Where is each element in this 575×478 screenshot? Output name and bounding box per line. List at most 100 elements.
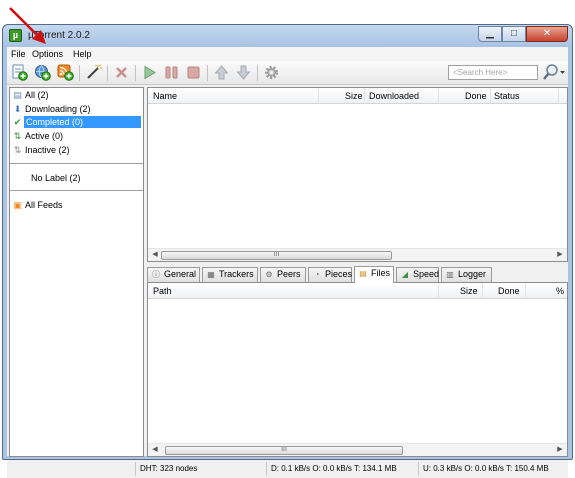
- detail-tabs: ⓘ General ▦ Trackers ⚙ Peers ◔ Pieces ▤ Files…: [147, 266, 568, 283]
- logger-icon: ▥: [446, 270, 454, 279]
- scroll-right-arrow-icon[interactable]: ▶: [554, 249, 566, 261]
- move-up-button[interactable]: [213, 64, 230, 81]
- tab-general[interactable]: ⓘ General: [147, 267, 200, 282]
- stop-button[interactable]: [185, 64, 202, 81]
- column-divider[interactable]: [364, 88, 365, 104]
- toolbar-separator: [107, 65, 108, 81]
- scroll-left-arrow-icon[interactable]: ◀: [149, 444, 161, 456]
- pause-icon: [165, 66, 178, 79]
- category-sidebar: ▤ All (2) ⬇ Downloading (2) ✔ Completed (0…: [9, 87, 144, 457]
- download-arrow-icon: ⬇: [13, 104, 22, 114]
- sidebar-divider: [10, 190, 143, 191]
- tab-trackers[interactable]: ▦ Trackers: [202, 267, 258, 282]
- status-download: D: 0.1 kB/s O: 0.0 kB/s T: 134.1 MB: [266, 462, 416, 476]
- remove-button[interactable]: [113, 64, 130, 81]
- column-divider[interactable]: [438, 88, 439, 104]
- magic-wand-icon: [87, 64, 102, 79]
- tab-peers[interactable]: ⚙ Peers: [260, 267, 306, 282]
- rss-feed-icon: ▣: [13, 200, 22, 210]
- add-torrent-url-button[interactable]: [34, 64, 51, 81]
- horizontal-scrollbar[interactable]: ◀ ııı ▶: [148, 443, 567, 456]
- start-button[interactable]: [141, 64, 158, 81]
- scroll-right-arrow-icon[interactable]: ▶: [554, 444, 566, 456]
- add-url-icon: [35, 65, 51, 81]
- sidebar-item-completed[interactable]: Completed (0): [24, 116, 141, 128]
- scrollbar-thumb[interactable]: ııı: [161, 251, 392, 260]
- column-divider[interactable]: [525, 283, 526, 299]
- title-bar[interactable]: µ µTorrent 2.0.2 ▁ □ ✕: [3, 25, 572, 47]
- delete-icon: [116, 67, 127, 78]
- sidebar-item-inactive[interactable]: ⇅ Inactive (2): [13, 144, 70, 156]
- add-torrent-button[interactable]: [11, 64, 28, 81]
- move-down-button[interactable]: [235, 64, 252, 81]
- column-divider[interactable]: [318, 88, 319, 104]
- trackers-icon: ▦: [207, 270, 215, 279]
- search-icon: [543, 64, 565, 80]
- column-path[interactable]: Path: [153, 286, 172, 296]
- sidebar-item-all-feeds[interactable]: ▣ All Feeds: [13, 199, 63, 211]
- toolbar-separator: [257, 65, 258, 81]
- down-arrow-icon: [236, 65, 251, 80]
- sidebar-item-no-label[interactable]: No Label (2): [31, 172, 81, 184]
- tab-label: Peers: [277, 269, 301, 279]
- sidebar-item-all[interactable]: ▤ All (2): [13, 89, 49, 101]
- files-list[interactable]: Path Size Done % ◀ ııı ▶: [147, 282, 568, 457]
- close-button[interactable]: ✕: [526, 26, 568, 42]
- menu-bar: File Options Help: [7, 47, 568, 61]
- app-window: µ µTorrent 2.0.2 ▁ □ ✕ File Options Help: [2, 24, 573, 478]
- sidebar-item-label: Inactive (2): [25, 145, 70, 155]
- minimize-button[interactable]: ▁: [478, 26, 502, 42]
- search-button[interactable]: [541, 63, 565, 83]
- sidebar-item-label: All (2): [25, 90, 49, 100]
- column-divider[interactable]: [558, 88, 559, 104]
- chevron-down-icon: [560, 71, 565, 74]
- column-downloaded[interactable]: Downloaded: [369, 91, 419, 101]
- active-arrows-icon: ⇅: [13, 131, 22, 141]
- client-area: File Options Help <Search Here> ▤ All (2…: [7, 47, 568, 478]
- status-upload: U: 0.3 kB/s O: 0.0 kB/s T: 150.4 MB: [418, 462, 568, 476]
- info-icon: ⓘ: [152, 270, 160, 279]
- column-percent[interactable]: %: [556, 286, 564, 296]
- scrollbar-thumb[interactable]: ııı: [165, 446, 403, 455]
- toolbar-separator: [207, 65, 208, 81]
- column-size[interactable]: Size: [460, 286, 478, 296]
- maximize-button[interactable]: □: [502, 26, 526, 42]
- torrent-list[interactable]: Name Size Downloaded Done Status ◀ ııı ▶: [147, 87, 568, 262]
- menu-file[interactable]: File: [11, 49, 26, 59]
- peers-icon: ⚙: [265, 270, 273, 279]
- toolbar-separator: [79, 65, 80, 81]
- scroll-left-arrow-icon[interactable]: ◀: [149, 249, 161, 261]
- column-name[interactable]: Name: [153, 91, 177, 101]
- column-divider[interactable]: [482, 283, 483, 299]
- column-divider[interactable]: [438, 283, 439, 299]
- speed-graph-icon: ◢: [401, 270, 409, 279]
- column-done[interactable]: Done: [498, 286, 520, 296]
- menu-options[interactable]: Options: [32, 49, 63, 59]
- preferences-button[interactable]: [263, 64, 280, 81]
- sidebar-item-downloading[interactable]: ⬇ Downloading (2): [13, 103, 91, 115]
- all-torrents-icon: ▤: [13, 90, 22, 100]
- column-status[interactable]: Status: [494, 91, 520, 101]
- tab-label: Pieces: [325, 269, 353, 279]
- column-done[interactable]: Done: [465, 91, 487, 101]
- menu-help[interactable]: Help: [73, 49, 92, 59]
- tab-label: General: [164, 269, 197, 279]
- toolbar: <Search Here>: [7, 61, 568, 85]
- column-divider[interactable]: [490, 88, 491, 104]
- create-torrent-button[interactable]: [85, 64, 102, 81]
- tab-logger[interactable]: ▥ Logger: [441, 267, 492, 282]
- horizontal-scrollbar[interactable]: ◀ ııı ▶: [148, 248, 567, 261]
- sidebar-item-label: All Feeds: [25, 200, 63, 210]
- column-size[interactable]: Size: [345, 91, 363, 101]
- tab-speed[interactable]: ◢ Speed: [396, 267, 439, 282]
- add-rss-feed-button[interactable]: [57, 64, 74, 81]
- toolbar-separator: [135, 65, 136, 81]
- tab-files[interactable]: ▤ Files: [354, 266, 394, 283]
- sidebar-item-active[interactable]: ⇅ Active (0): [13, 130, 63, 142]
- search-input[interactable]: <Search Here>: [448, 65, 538, 80]
- tab-pieces[interactable]: ◔ Pieces: [308, 267, 352, 282]
- torrent-list-header: Name Size Downloaded Done Status: [148, 88, 567, 104]
- tab-label: Speed: [413, 269, 440, 279]
- up-arrow-icon: [214, 65, 229, 80]
- pause-button[interactable]: [163, 64, 180, 81]
